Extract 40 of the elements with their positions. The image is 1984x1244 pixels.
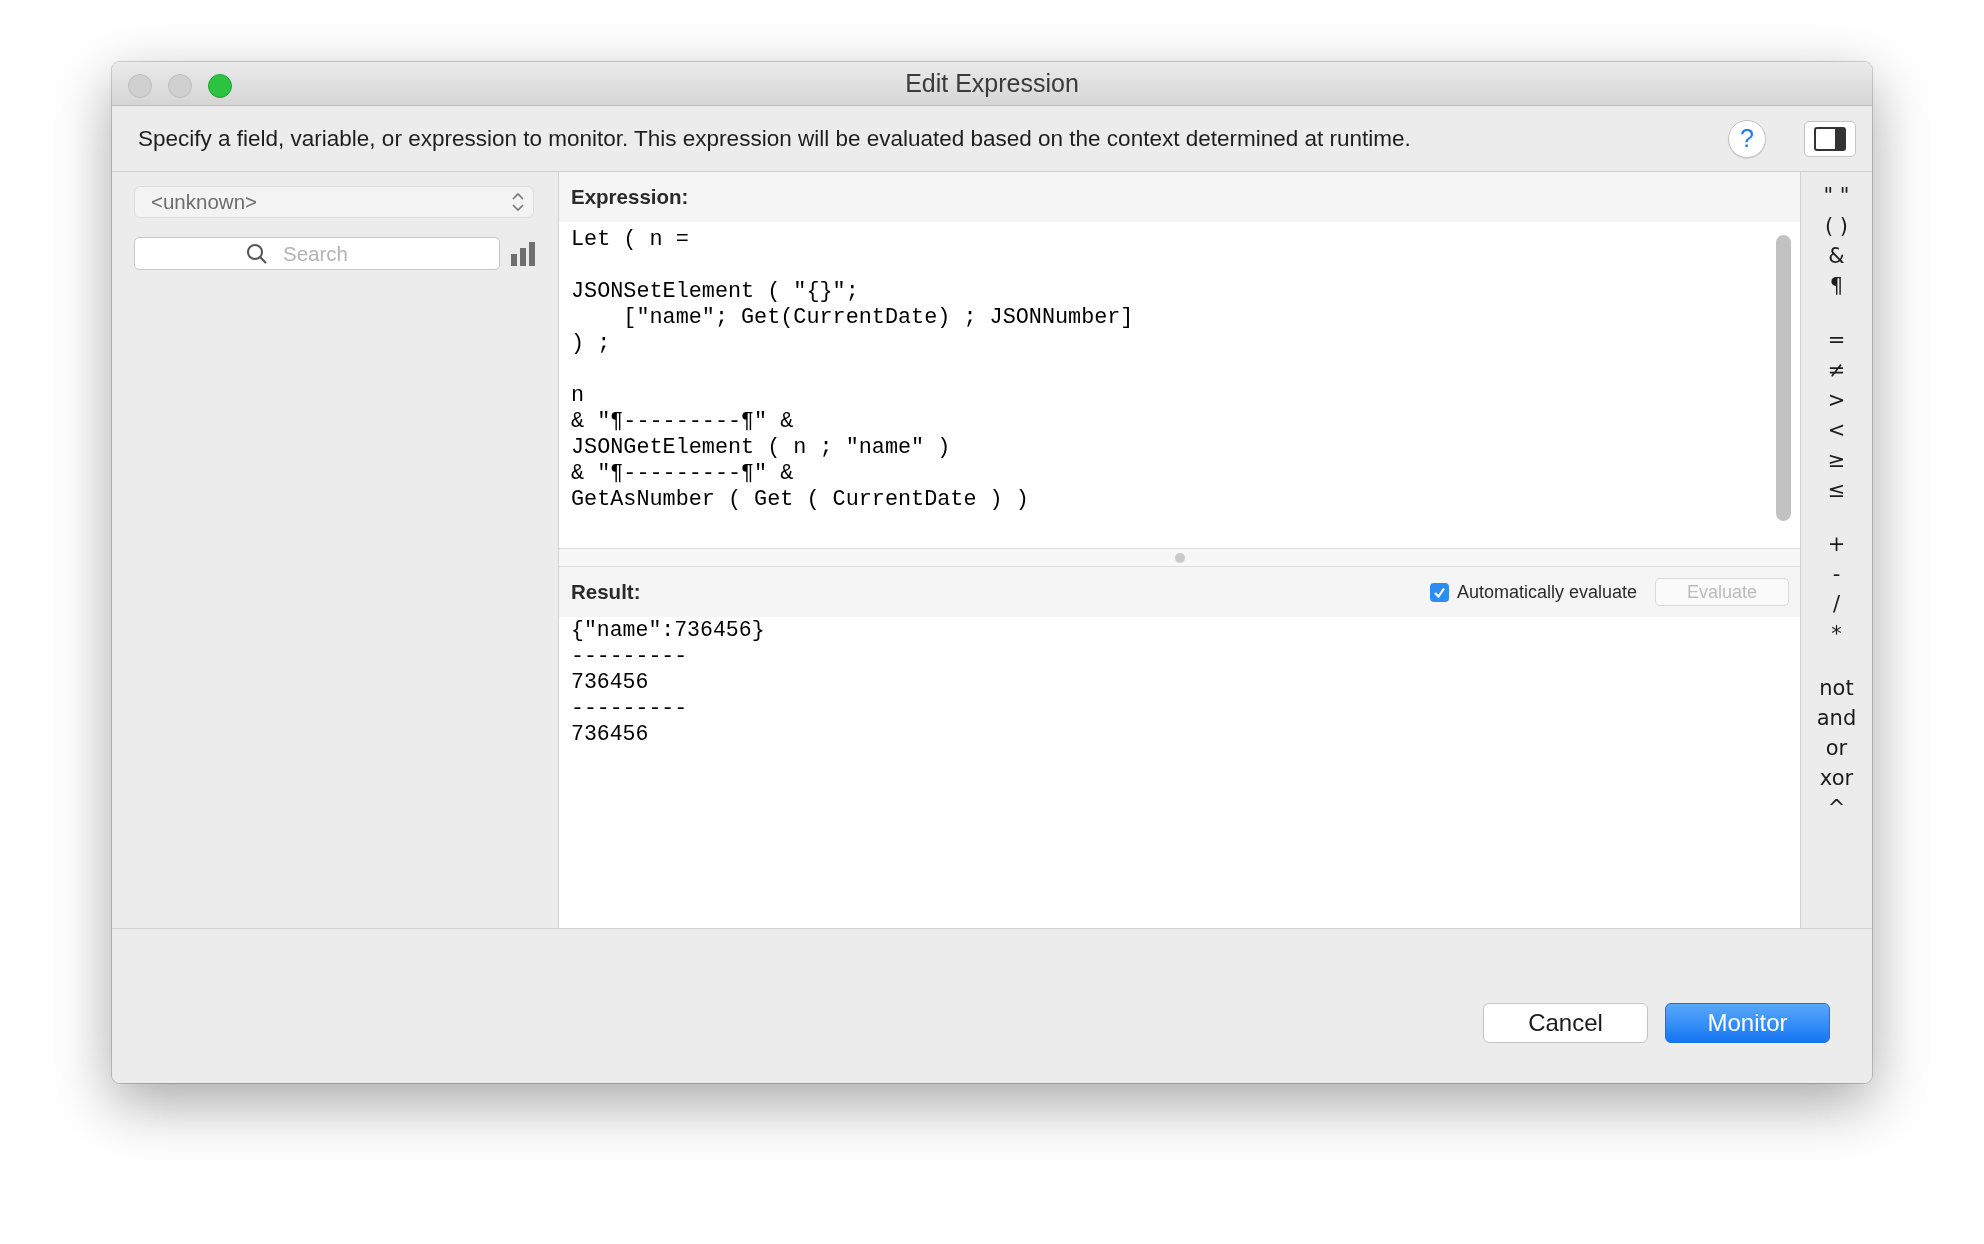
operator-button[interactable]: *	[1831, 619, 1842, 649]
operator-button[interactable]: +	[1827, 529, 1846, 559]
help-button[interactable]: ?	[1728, 119, 1766, 158]
updown-arrows-icon	[511, 192, 525, 212]
close-button[interactable]	[128, 74, 152, 98]
expression-label: Expression:	[571, 185, 690, 209]
sidebar-toggle-button[interactable]	[1804, 120, 1856, 157]
operator-button[interactable]: ≤	[1827, 475, 1846, 505]
operator-button[interactable]: -	[1832, 559, 1841, 589]
operator-button[interactable]: ^	[1827, 793, 1846, 823]
bar-chart-icon[interactable]	[511, 241, 535, 266]
result-label: Result:	[571, 580, 642, 604]
operator-button[interactable]: ≥	[1827, 445, 1846, 475]
operator-button[interactable]: ( )	[1824, 211, 1848, 241]
result-output: {"name":736456} --------- 736456 --------- 736456	[570, 617, 766, 747]
operator-button[interactable]: /	[1832, 589, 1841, 619]
splitter-handle[interactable]	[1173, 551, 1186, 564]
search-icon	[246, 243, 267, 264]
minimize-button[interactable]	[168, 74, 192, 98]
operator-button[interactable]: ¶	[1829, 271, 1844, 301]
instruction-text: Specify a field, variable, or expression to monitor. This expression will be evaluated based on the context determined at runtime.	[138, 125, 1412, 152]
search-field[interactable]: Search	[134, 237, 500, 270]
operator-button[interactable]: =	[1827, 325, 1846, 355]
window-title: Edit Expression	[905, 69, 1079, 98]
operator-button[interactable]: and	[1816, 703, 1857, 733]
cancel-button[interactable]: Cancel	[1483, 1003, 1648, 1043]
zoom-button[interactable]	[208, 74, 232, 98]
operator-button[interactable]: >	[1827, 385, 1846, 415]
auto-evaluate-checkbox[interactable]: Automatically evaluate	[1429, 581, 1637, 603]
expression-field[interactable]: Let ( n = JSONSetElement ( "{}"; ["name"; Get(CurrentDate) ; JSONNumber] ) ; n & "¶---------¶" & JSONGetElement ( n ; "name" ) & "¶---------¶" & GetAsNumber ( Get ( CurrentDate ) )	[559, 222, 1776, 513]
operator-button[interactable]: not	[1819, 673, 1854, 703]
operator-button[interactable]: " "	[1823, 181, 1850, 211]
panel-icon	[1814, 126, 1846, 151]
operator-button[interactable]: <	[1827, 415, 1846, 445]
operator-button[interactable]: &	[1828, 241, 1845, 271]
operator-button[interactable]: xor	[1819, 763, 1854, 793]
operator-button[interactable]: or	[1825, 733, 1848, 763]
scrollbar-thumb[interactable]	[1776, 235, 1791, 521]
context-popup[interactable]: <unknown>	[134, 186, 534, 218]
operator-button[interactable]: ≠	[1827, 355, 1846, 385]
